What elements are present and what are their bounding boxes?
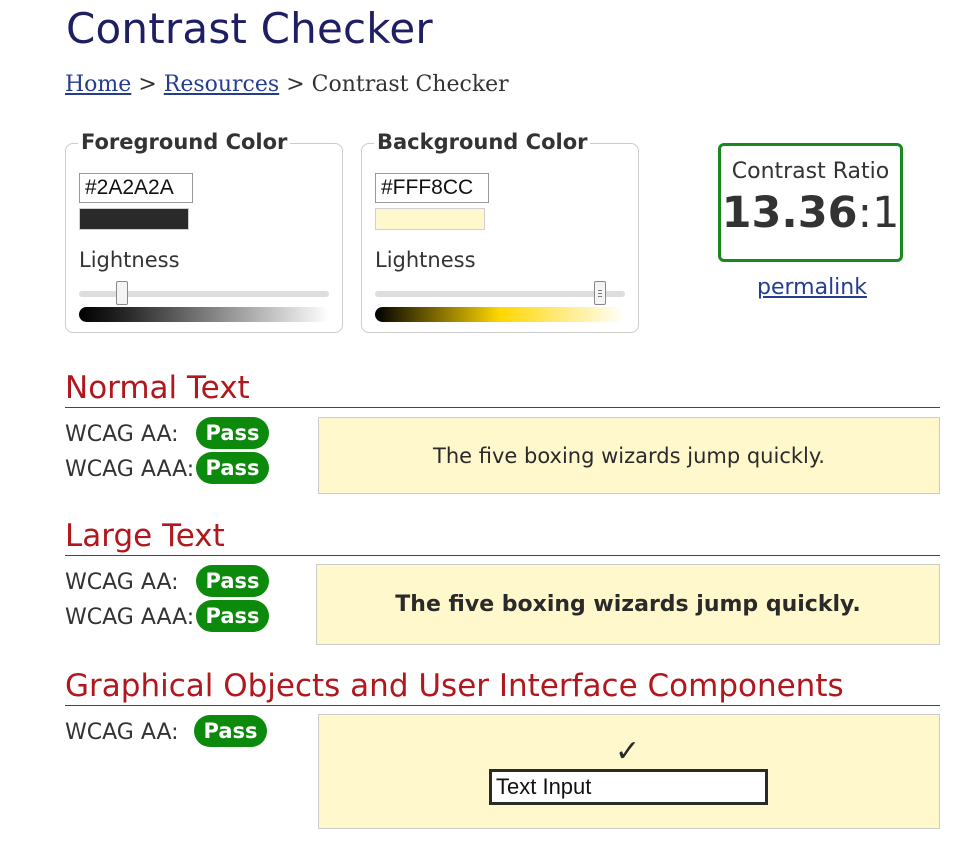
- graphical-objects-heading: Graphical Objects and User Interface Com…: [65, 666, 940, 706]
- background-lightness-gradient: [375, 307, 625, 322]
- breadcrumb-resources-link[interactable]: Resources: [164, 72, 279, 97]
- foreground-lightness-handle[interactable]: [115, 281, 128, 305]
- normal-aaa-pass-badge: Pass: [196, 452, 269, 484]
- large-text-sample: The five boxing wizards jump quickly.: [316, 564, 940, 645]
- contrast-ratio-label: Contrast Ratio: [731, 159, 890, 184]
- foreground-hex-input[interactable]: [79, 173, 193, 203]
- foreground-lightness-label: Lightness: [79, 248, 180, 272]
- large-aaa-label: WCAG AAA:: [65, 605, 195, 630]
- normal-aaa-label: WCAG AAA:: [65, 457, 195, 482]
- contrast-ratio-value: 13.36:1: [721, 188, 900, 238]
- normal-text-sample: The five boxing wizards jump quickly.: [318, 417, 940, 494]
- large-aa-pass-badge: Pass: [196, 565, 269, 597]
- checkmark-icon: ✓: [615, 734, 641, 769]
- background-swatch[interactable]: [375, 208, 485, 230]
- breadcrumb-current: Contrast Checker: [311, 72, 509, 97]
- breadcrumb-home-link[interactable]: Home: [65, 72, 131, 97]
- large-aa-label: WCAG AA:: [65, 570, 179, 595]
- background-color-picker: Background Color Lightness: [361, 130, 639, 333]
- graphical-aa-pass-badge: Pass: [194, 715, 267, 747]
- background-lightness-track[interactable]: [375, 291, 625, 297]
- foreground-color-picker: Foreground Color Lightness: [65, 130, 343, 333]
- graphical-aa-label: WCAG AA:: [65, 720, 179, 745]
- foreground-legend: Foreground Color: [78, 130, 291, 154]
- normal-aa-pass-badge: Pass: [196, 417, 269, 449]
- background-lightness-handle[interactable]: [594, 281, 606, 305]
- background-legend: Background Color: [374, 130, 591, 154]
- sample-text-input[interactable]: Text Input: [489, 769, 768, 805]
- large-aaa-pass-badge: Pass: [196, 600, 269, 632]
- breadcrumb-separator: >: [138, 72, 157, 97]
- contrast-ratio-suffix: :1: [857, 188, 900, 238]
- breadcrumb-separator: >: [286, 72, 305, 97]
- contrast-ratio-number: 13.36: [721, 188, 858, 238]
- foreground-swatch[interactable]: [79, 208, 189, 230]
- background-hex-input[interactable]: [375, 173, 489, 203]
- page-title: Contrast Checker: [66, 4, 433, 53]
- normal-aa-label: WCAG AA:: [65, 422, 179, 447]
- foreground-lightness-gradient: [79, 307, 329, 322]
- background-lightness-label: Lightness: [375, 248, 476, 272]
- large-text-heading: Large Text: [65, 516, 940, 556]
- contrast-ratio-box: Contrast Ratio 13.36:1: [718, 143, 903, 262]
- breadcrumb: Home > Resources > Contrast Checker: [65, 72, 509, 97]
- normal-text-heading: Normal Text: [65, 368, 940, 408]
- permalink-link[interactable]: permalink: [757, 275, 867, 300]
